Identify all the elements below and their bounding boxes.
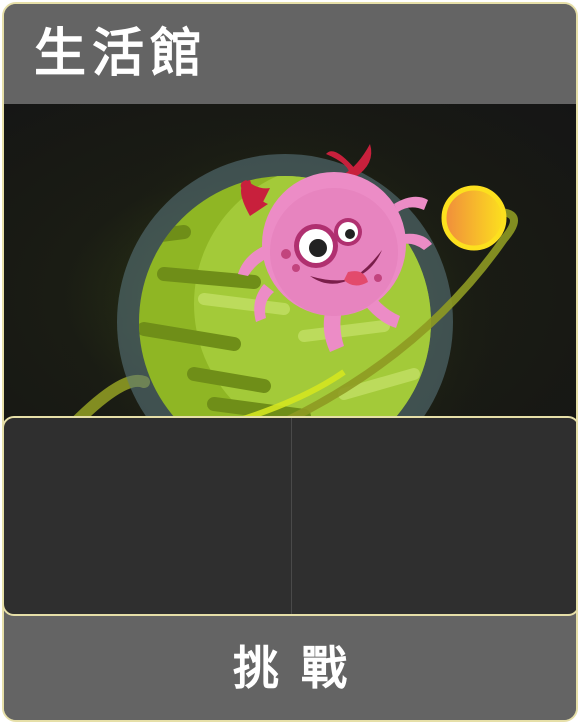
sun-icon bbox=[441, 185, 507, 251]
level-title: 生活館 bbox=[34, 24, 209, 84]
card-header: 生活館 bbox=[4, 4, 576, 104]
level-info-panel bbox=[4, 416, 577, 616]
info-cell-left bbox=[4, 418, 291, 614]
challenge-button[interactable]: 挑戰 bbox=[4, 616, 576, 720]
challenge-button-label: 挑戰 bbox=[233, 641, 369, 695]
info-cell-right bbox=[290, 418, 577, 614]
planet-monster-illustration bbox=[55, 104, 518, 424]
level-illustration bbox=[4, 104, 576, 424]
level-card: 生活館 挑戰 bbox=[2, 2, 578, 722]
